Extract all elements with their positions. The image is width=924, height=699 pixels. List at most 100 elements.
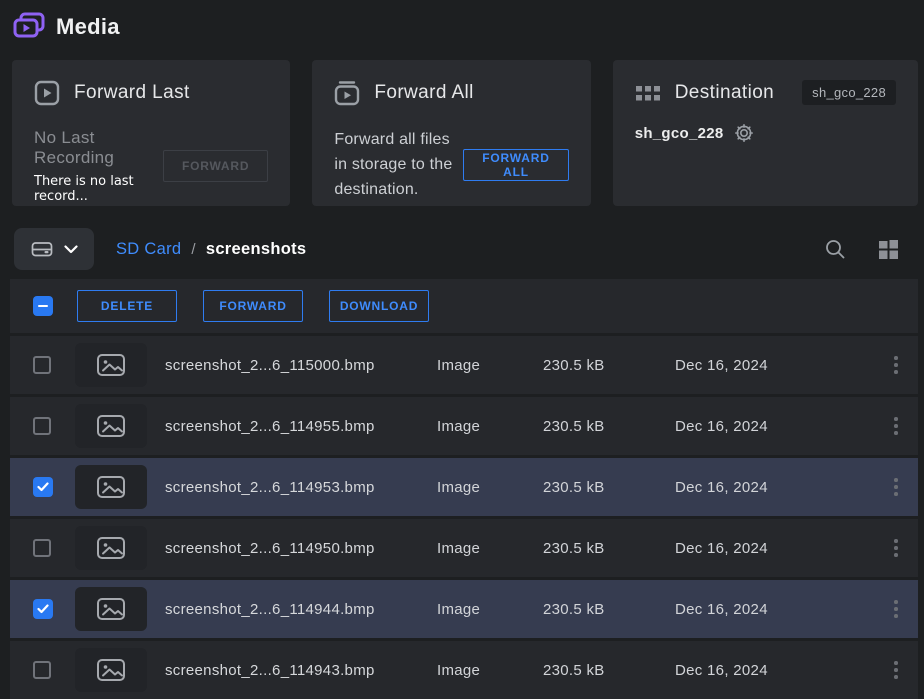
row-menu-button[interactable] xyxy=(874,458,918,516)
file-type: Image xyxy=(437,540,543,557)
image-placeholder-icon xyxy=(96,536,126,560)
search-icon xyxy=(824,238,846,260)
forward-all-icon xyxy=(334,80,360,106)
page-title: Media xyxy=(56,14,120,40)
kebab-icon xyxy=(894,600,898,618)
kebab-icon xyxy=(894,539,898,557)
breadcrumb-root-link[interactable]: SD Card xyxy=(116,240,181,259)
grid-view-icon xyxy=(876,237,900,261)
sd-card-drive-icon xyxy=(30,239,54,259)
file-rows: screenshot_2...6_115000.bmp Image 230.5 … xyxy=(10,336,918,699)
table-row[interactable]: screenshot_2...6_114953.bmp Image 230.5 … xyxy=(10,458,918,516)
kebab-icon xyxy=(894,417,898,435)
table-row[interactable]: screenshot_2...6_114955.bmp Image 230.5 … xyxy=(10,397,918,455)
forward-all-button[interactable]: FORWARD ALL xyxy=(463,149,568,181)
file-size: 230.5 kB xyxy=(543,479,675,496)
file-table: DELETE FORWARD DOWNLOAD screenshot_2...6… xyxy=(10,279,918,699)
image-placeholder-icon xyxy=(96,658,126,682)
file-date: Dec 16, 2024 xyxy=(675,479,874,496)
file-type: Image xyxy=(437,418,543,435)
file-size: 230.5 kB xyxy=(543,601,675,618)
table-row[interactable]: screenshot_2...6_114944.bmp Image 230.5 … xyxy=(10,580,918,638)
file-name: screenshot_2...6_115000.bmp xyxy=(165,357,437,374)
file-thumbnail xyxy=(75,587,147,631)
file-name: screenshot_2...6_114943.bmp xyxy=(165,662,437,679)
kebab-icon xyxy=(894,478,898,496)
download-button[interactable]: DOWNLOAD xyxy=(329,290,429,322)
file-type: Image xyxy=(437,479,543,496)
storage-select-dropdown[interactable] xyxy=(14,228,94,270)
row-checkbox[interactable] xyxy=(33,599,53,619)
row-checkbox[interactable] xyxy=(33,661,51,679)
file-date: Dec 16, 2024 xyxy=(675,662,874,679)
file-thumbnail xyxy=(75,404,147,448)
summary-cards: Forward Last No Last Recording There is … xyxy=(0,46,924,206)
file-type: Image xyxy=(437,357,543,374)
file-name: screenshot_2...6_114950.bmp xyxy=(165,540,437,557)
file-thumbnail xyxy=(75,343,147,387)
row-checkbox[interactable] xyxy=(33,356,51,374)
file-date: Dec 16, 2024 xyxy=(675,418,874,435)
destination-grid-icon xyxy=(635,82,661,104)
file-thumbnail xyxy=(75,465,147,509)
select-all-checkbox-indeterminate[interactable] xyxy=(33,296,53,316)
image-placeholder-icon xyxy=(96,475,126,499)
row-menu-button[interactable] xyxy=(874,397,918,455)
destination-badge: sh_gco_228 xyxy=(802,80,896,105)
forward-all-description: Forward all files in storage to the dest… xyxy=(334,128,463,202)
chevron-down-icon xyxy=(64,245,78,254)
media-logo-icon xyxy=(12,11,46,43)
file-size: 230.5 kB xyxy=(543,418,675,435)
image-placeholder-icon xyxy=(96,597,126,621)
no-last-recording-description: There is no last record... xyxy=(34,174,163,204)
forward-button[interactable]: FORWARD xyxy=(203,290,303,322)
forward-all-card: Forward All Forward all files in storage… xyxy=(312,60,590,206)
kebab-icon xyxy=(894,356,898,374)
no-last-recording-status: No Last Recording xyxy=(34,128,163,168)
file-size: 230.5 kB xyxy=(543,357,675,374)
row-checkbox[interactable] xyxy=(33,539,51,557)
file-date: Dec 16, 2024 xyxy=(675,601,874,618)
file-size: 230.5 kB xyxy=(543,662,675,679)
file-name: screenshot_2...6_114955.bmp xyxy=(165,418,437,435)
row-checkbox[interactable] xyxy=(33,417,51,435)
storage-toolbar: SD Card / screenshots xyxy=(0,206,924,270)
table-row[interactable]: screenshot_2...6_115000.bmp Image 230.5 … xyxy=(10,336,918,394)
file-date: Dec 16, 2024 xyxy=(675,540,874,557)
destination-title: Destination xyxy=(675,82,774,104)
row-checkbox[interactable] xyxy=(33,477,53,497)
grid-view-toggle-button[interactable] xyxy=(870,231,906,267)
destination-card: Destination sh_gco_228 sh_gco_228 xyxy=(613,60,918,206)
file-thumbnail xyxy=(75,648,147,692)
file-name: screenshot_2...6_114944.bmp xyxy=(165,601,437,618)
app-header: Media xyxy=(0,0,924,46)
delete-button[interactable]: DELETE xyxy=(77,290,177,322)
file-date: Dec 16, 2024 xyxy=(675,357,874,374)
image-placeholder-icon xyxy=(96,353,126,377)
bulk-actions-bar: DELETE FORWARD DOWNLOAD xyxy=(10,279,918,333)
search-button[interactable] xyxy=(818,232,852,266)
forward-all-title: Forward All xyxy=(374,82,473,104)
file-type: Image xyxy=(437,662,543,679)
forward-last-card: Forward Last No Last Recording There is … xyxy=(12,60,290,206)
destination-settings-gear-icon[interactable] xyxy=(734,123,754,143)
breadcrumb-current-folder: screenshots xyxy=(206,240,307,259)
file-type: Image xyxy=(437,601,543,618)
breadcrumb-separator: / xyxy=(191,241,195,258)
image-placeholder-icon xyxy=(96,414,126,438)
file-name: screenshot_2...6_114953.bmp xyxy=(165,479,437,496)
table-row[interactable]: screenshot_2...6_114950.bmp Image 230.5 … xyxy=(10,519,918,577)
kebab-icon xyxy=(894,661,898,679)
table-row[interactable]: screenshot_2...6_114943.bmp Image 230.5 … xyxy=(10,641,918,699)
row-menu-button[interactable] xyxy=(874,519,918,577)
file-thumbnail xyxy=(75,526,147,570)
row-menu-button[interactable] xyxy=(874,641,918,699)
destination-value: sh_gco_228 xyxy=(635,125,724,142)
forward-last-title: Forward Last xyxy=(74,82,190,104)
forward-last-button[interactable]: FORWARD xyxy=(163,150,268,182)
file-size: 230.5 kB xyxy=(543,540,675,557)
row-menu-button[interactable] xyxy=(874,336,918,394)
row-menu-button[interactable] xyxy=(874,580,918,638)
breadcrumb: SD Card / screenshots xyxy=(116,240,306,259)
forward-last-icon xyxy=(34,80,60,106)
